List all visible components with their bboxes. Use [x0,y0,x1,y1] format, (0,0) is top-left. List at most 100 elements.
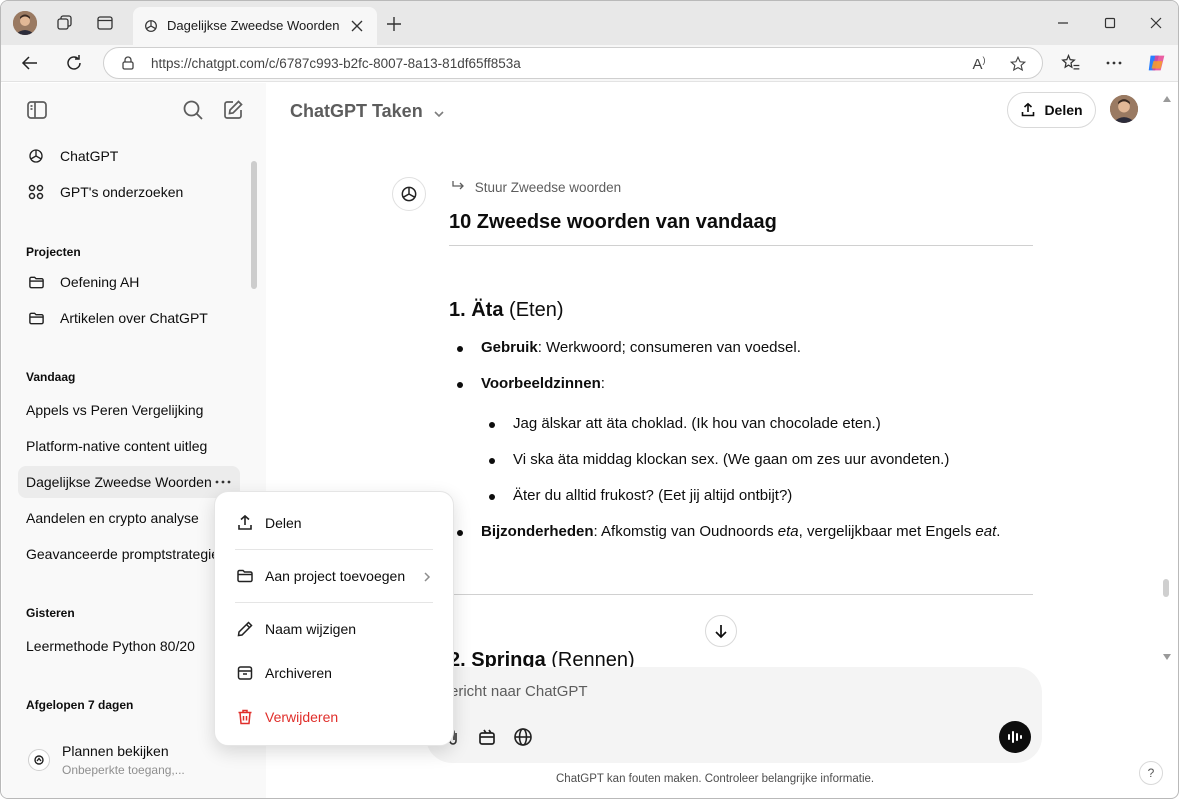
assistant-avatar [392,177,426,211]
examples-label: Voorbeeldzinnen [481,375,601,392]
bullet [457,382,463,388]
copilot-icon[interactable] [1144,50,1170,76]
more-options-icon[interactable] [1101,50,1127,76]
scroll-up-arrow-icon[interactable] [1162,91,1172,102]
details-text: . [996,523,1001,540]
task-reference[interactable]: Stuur Zweedse woorden [451,180,621,195]
read-aloud-icon[interactable]: A) [968,53,990,75]
upgrade-plan-icon[interactable] [28,749,50,771]
plan-title[interactable]: Plannen bekijken [62,743,169,759]
sidebar-toggle-icon[interactable] [26,99,50,123]
menu-item-rename[interactable]: Naam wijzigen [235,615,443,643]
example-sentence: Vi ska äta middag klockan sex. (We gaan … [513,451,950,468]
message-input[interactable]: ericht naar ChatGPT [450,683,588,700]
menu-item-add-to-project[interactable]: Aan project toevoegen [235,562,443,590]
web-search-globe-icon[interactable] [511,725,535,749]
examples-line: Voorbeeldzinnen: [481,375,605,392]
divider [449,245,1033,246]
tools-icon[interactable] [475,725,499,749]
pencil-icon [235,619,255,639]
model-name: ChatGPT Taken [290,101,423,121]
favorites-icon[interactable] [1058,50,1084,76]
new-chat-icon[interactable] [222,99,246,123]
new-tab-icon[interactable] [383,13,405,35]
chevron-down-icon [432,105,446,119]
browser-toolbar: https://chatgpt.com/c/6787c993-b2fc-8007… [1,45,1178,82]
chevron-right-icon [421,570,433,582]
user-avatar[interactable] [1110,95,1138,123]
voice-mode-button[interactable] [999,721,1031,753]
vertical-tabs-icon[interactable] [93,11,117,35]
sidebar-project-item[interactable]: Artikelen over ChatGPT [18,301,240,335]
sidebar-item-explore-gpts[interactable]: GPT's onderzoeken [18,175,240,209]
avatar [13,11,37,35]
details-italic: eta [777,523,799,540]
sidebar-scrollbar[interactable] [251,161,257,289]
yesterday-heading: Gisteren [26,606,75,620]
menu-item-label: Aan project toevoegen [265,568,406,584]
main-scrollbar[interactable] [1163,579,1169,597]
divider [449,594,1033,595]
usage-line: Gebruik: Werkwoord; consumeren van voeds… [481,339,801,356]
menu-divider [235,549,433,550]
chat-context-menu: Delen Aan project toevoegen Naam wijzige… [214,491,454,746]
sidebar-item-label: Artikelen over ChatGPT [60,310,208,326]
projects-heading: Projecten [26,245,81,259]
minimize-icon[interactable] [1051,11,1075,35]
folder-icon [26,272,46,292]
today-heading: Vandaag [26,370,76,384]
sound-wave-icon [1006,728,1024,746]
sidebar-project-item[interactable]: Oefening AH [18,265,240,299]
tab-close-icon[interactable] [347,16,367,36]
refresh-icon[interactable] [61,50,87,76]
menu-item-archive[interactable]: Archiveren [235,659,443,687]
browser-tab-active[interactable]: Dagelijkse Zweedse Woorden [133,7,377,45]
chat-history-item[interactable]: Platform-native content uitleg [18,430,240,462]
word-heading-2: 2. Springa (Rennen) [449,649,635,669]
task-reference-label: Stuur Zweedse woorden [474,180,622,195]
word-title: 2. Springa [449,649,546,669]
help-button[interactable]: ? [1139,761,1163,785]
word-translation: (Eten) [509,299,564,321]
close-window-icon[interactable] [1144,11,1168,35]
details-line: Bijzonderheden: Afkomstig van Oudnoords … [481,523,1000,540]
chat-history-item-active[interactable]: Dagelijkse Zweedse Woorden [18,466,240,498]
arrow-down-icon [713,623,729,639]
model-selector[interactable]: ChatGPT Taken [290,101,446,122]
trash-icon [235,707,255,727]
title-bar: Dagelijkse Zweedse Woorden [1,1,1178,45]
lock-icon[interactable] [120,55,136,71]
word-heading-1: 1. Äta (Eten) [449,299,564,322]
folder-icon [26,308,46,328]
example-sentence: Äter du alltid frukost? (Eet jij altijd … [513,487,793,504]
chat-history-item[interactable]: Appels vs Peren Vergelijking [18,394,240,426]
menu-item-share[interactable]: Delen [235,509,443,537]
chat-history-item[interactable]: Leermethode Python 80/20 [18,630,240,662]
sidebar-item-label: ChatGPT [60,148,119,164]
details-label: Bijzonderheden [481,523,594,540]
sidebar-item-chatgpt[interactable]: ChatGPT [18,139,240,173]
bullet [489,458,495,464]
chat-options-icon[interactable] [214,474,232,490]
share-label: Delen [1044,102,1083,118]
address-bar[interactable]: https://chatgpt.com/c/6787c993-b2fc-8007… [103,47,1043,79]
bullet [489,422,495,428]
chat-history-item[interactable]: Geavanceerde promptstrategieën [18,538,240,570]
share-button[interactable]: Delen [1007,92,1096,128]
search-icon[interactable] [182,99,206,123]
workspaces-icon[interactable] [53,11,77,35]
chat-history-item[interactable]: Aandelen en crypto analyse [18,502,240,534]
favorite-star-icon[interactable] [1007,53,1029,75]
back-icon[interactable] [17,50,43,76]
url-text: https://chatgpt.com/c/6787c993-b2fc-8007… [151,56,521,71]
menu-item-delete[interactable]: Verwijderen [235,703,443,731]
disclaimer-text: ChatGPT kan fouten maken. Controleer bel… [556,773,875,785]
menu-item-label: Naam wijzigen [265,621,357,637]
share-icon [235,513,255,533]
openai-logo-icon [26,146,46,166]
scroll-down-arrow-icon[interactable] [1162,649,1172,660]
profile-avatar[interactable] [13,11,37,35]
scroll-to-bottom-button[interactable] [705,615,737,647]
details-italic: eat [975,523,997,540]
maximize-icon[interactable] [1098,11,1122,35]
